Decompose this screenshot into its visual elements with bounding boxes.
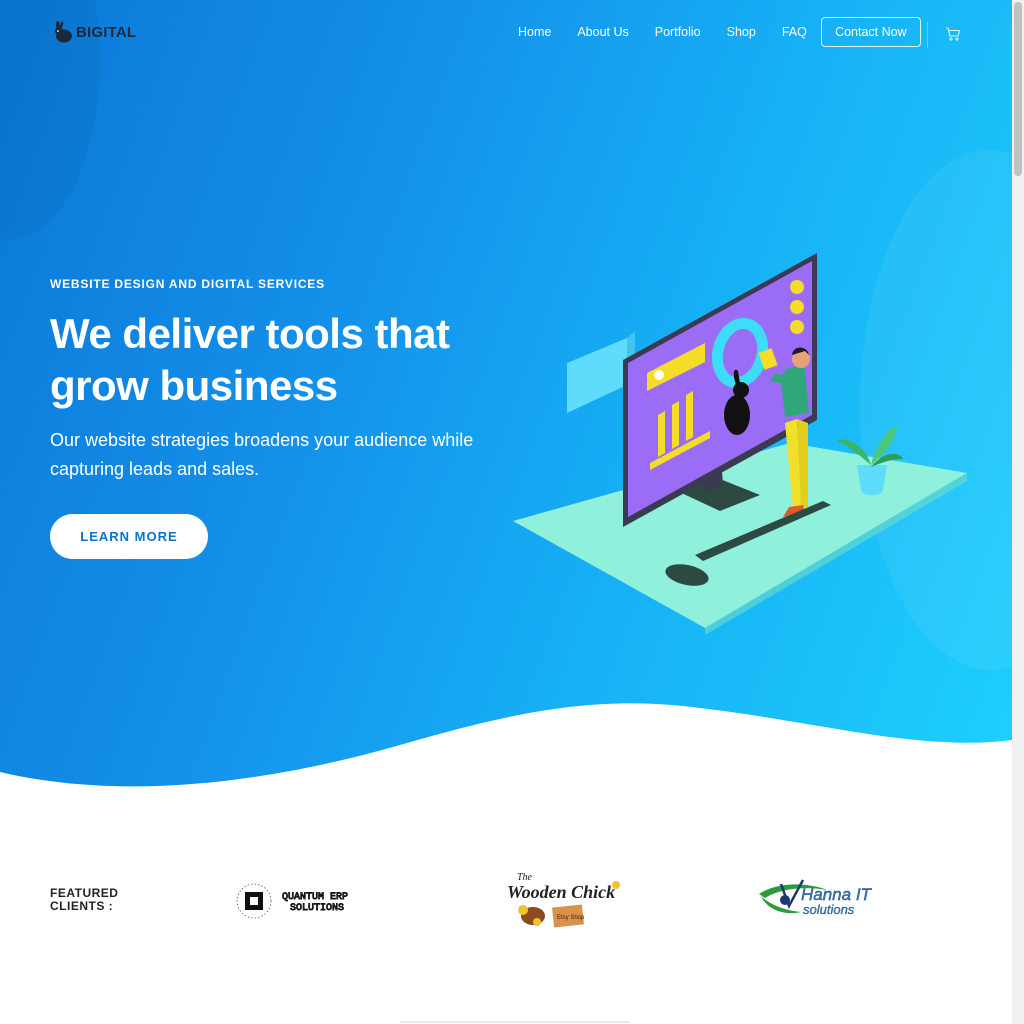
main-nav: Home About Us Portfolio Shop FAQ Contact… (518, 17, 921, 47)
hero-eyebrow: WEBSITE DESIGN AND DIGITAL SERVICES (50, 277, 325, 291)
hero-section: BIGITAL Home About Us Portfolio Shop FAQ… (0, 0, 1012, 800)
client-1-line2: SOLUTIONS (290, 903, 344, 914)
section-divider (400, 1021, 630, 1023)
client-logo-quantum-erp[interactable]: QUANTUM ERP SOLUTIONS (232, 877, 382, 925)
cart-icon[interactable] (945, 26, 961, 42)
rabbit-logo-icon (55, 21, 72, 43)
hero-headline: We deliver tools that grow business (50, 310, 450, 409)
client-2-line2: Wooden Chick (507, 882, 615, 902)
nav-item-faq[interactable]: FAQ (782, 17, 807, 47)
chick-icon (518, 905, 545, 926)
featured-clients-label: FEATURED CLIENTS : (50, 886, 119, 913)
client-logo-hanna-it[interactable]: Hanna IT solutions (757, 876, 902, 922)
client-logo-wooden-chick[interactable]: The Wooden Chick Etsy Shop (503, 868, 633, 932)
client-1-line1: QUANTUM ERP (282, 892, 348, 903)
nav-item-about-us[interactable]: About Us (577, 17, 628, 47)
client-3-line2: solutions (803, 902, 855, 917)
nav-item-shop[interactable]: Shop (727, 17, 756, 47)
logo-text: BIGITAL (76, 23, 137, 41)
nav-item-home[interactable]: Home (518, 17, 551, 47)
hero-subline: Our website strategies broadens your aud… (50, 430, 474, 479)
site-logo[interactable]: BIGITAL (52, 20, 136, 44)
hero-wave-divider (0, 703, 1012, 800)
nav-item-portfolio[interactable]: Portfolio (655, 17, 701, 47)
learn-more-button[interactable]: LEARN MORE (50, 514, 208, 559)
nav-divider (927, 22, 928, 48)
client-2-sign: Etsy Shop (557, 915, 585, 921)
scrollbar-thumb[interactable] (1014, 2, 1022, 176)
contact-now-button[interactable]: Contact Now (820, 17, 921, 47)
hero-illustration (513, 253, 967, 635)
